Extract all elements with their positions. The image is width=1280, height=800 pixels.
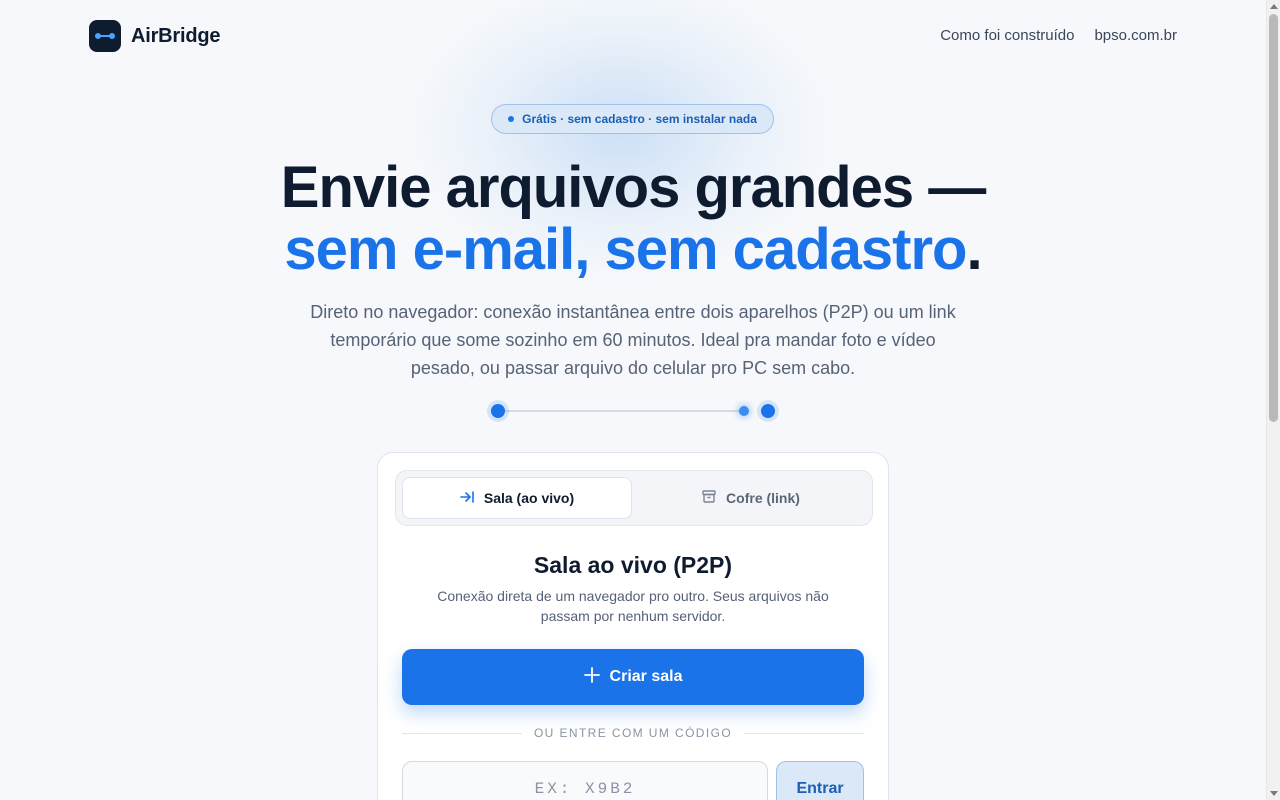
- scroll-up-arrow-icon[interactable]: [1270, 4, 1278, 9]
- tab-live-room-label: Sala (ao vivo): [483, 490, 575, 506]
- nav-link-how-built[interactable]: Como foi construído: [940, 27, 1074, 44]
- or-divider: OU ENTRE COM UM CÓDIGO: [402, 725, 865, 741]
- arrow-right-to-line-icon: [460, 490, 474, 506]
- scroll-down-arrow-icon[interactable]: [1270, 791, 1278, 796]
- hero-title-period: .: [966, 217, 982, 282]
- divider-rule-right: [744, 732, 865, 734]
- p2p-connector-illustration: [488, 401, 778, 421]
- card-description: Conexão direta de um navegador pro outro…: [437, 588, 829, 624]
- bridge-logo-icon: [89, 20, 121, 52]
- transfer-card: Sala (ao vivo) Cofre (link) Sala ao vivo…: [377, 452, 889, 800]
- free-badge: Grátis · sem cadastro · sem instalar nad…: [491, 104, 774, 134]
- top-nav: Como foi construído bpso.com.br: [940, 27, 1177, 44]
- hero-title-highlight: sem e-mail, sem cadastro: [284, 217, 967, 282]
- connector-line: [498, 410, 748, 412]
- enter-room-button[interactable]: Entrar: [776, 761, 864, 800]
- plus-icon: [583, 666, 600, 688]
- hero-lead: Direto no navegador: conexão instantânea…: [310, 302, 956, 378]
- hero-title-line2: sem e-mail, sem cadastro.: [0, 218, 1266, 282]
- divider-rule-left: [402, 732, 522, 734]
- packet-dot-icon: [739, 406, 749, 416]
- brand-logo[interactable]: AirBridge: [89, 20, 221, 52]
- badge-dot-icon: [508, 116, 515, 122]
- brand-name: AirBridge: [131, 24, 221, 47]
- room-code-input[interactable]: [402, 761, 768, 800]
- tab-live-room[interactable]: Sala (ao vivo): [402, 477, 632, 519]
- page-scrollbar[interactable]: [1266, 0, 1280, 800]
- create-room-button[interactable]: Criar sala: [402, 649, 864, 705]
- nav-link-bpso[interactable]: bpso.com.br: [1094, 27, 1177, 44]
- tab-vault-link[interactable]: Cofre (link): [636, 477, 866, 519]
- archive-icon: [702, 490, 716, 506]
- scroll-thumb[interactable]: [1269, 14, 1278, 422]
- tab-vault-link-label: Cofre (link): [726, 490, 800, 506]
- hero-title-line1: Envie arquivos grandes —: [280, 155, 986, 220]
- page: AirBridge Como foi construído bpso.com.b…: [0, 0, 1280, 800]
- divider-text: OU ENTRE COM UM CÓDIGO: [533, 726, 733, 740]
- mode-tabs: Sala (ao vivo) Cofre (link): [395, 470, 873, 526]
- device-a-dot-icon: [491, 404, 505, 418]
- create-room-label: Criar sala: [609, 668, 683, 685]
- device-b-dot-icon: [761, 404, 775, 418]
- site-header: AirBridge Como foi construído bpso.com.b…: [0, 0, 1266, 72]
- card-title: Sala ao vivo (P2P): [533, 552, 733, 578]
- badge-text: Grátis · sem cadastro · sem instalar nad…: [522, 112, 757, 126]
